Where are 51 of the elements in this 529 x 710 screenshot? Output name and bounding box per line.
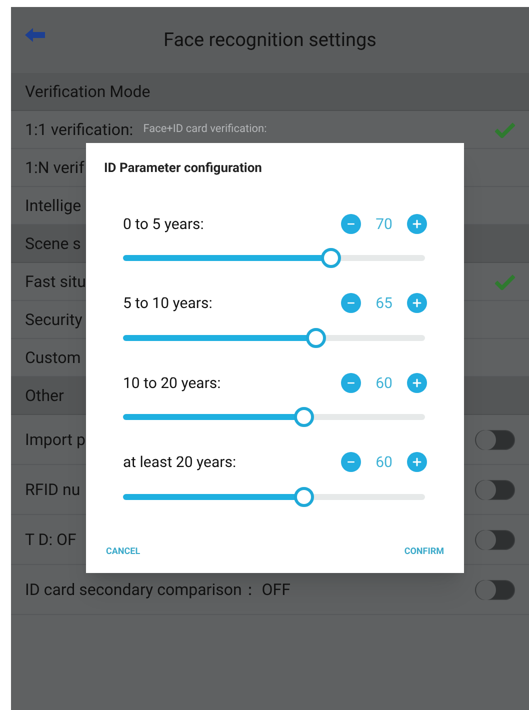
dialog-button[interactable]: CANCEL bbox=[104, 546, 142, 559]
value-text: 60 bbox=[374, 452, 394, 473]
toggle-switch[interactable] bbox=[475, 580, 515, 600]
toggle-switch[interactable] bbox=[475, 430, 515, 450]
decrease-button[interactable] bbox=[341, 452, 361, 472]
increase-button[interactable] bbox=[407, 372, 427, 393]
slider-track[interactable] bbox=[123, 486, 425, 506]
option-label[interactable]: Security bbox=[25, 308, 82, 332]
increase-button[interactable] bbox=[407, 214, 427, 234]
age-range-label: 10 to 20 years: bbox=[123, 372, 221, 394]
value-text: 65 bbox=[374, 293, 394, 314]
age-range-label: 0 to 5 years: bbox=[123, 214, 204, 234]
option-label[interactable]: Custom bbox=[25, 346, 81, 370]
increase-button[interactable] bbox=[407, 452, 427, 472]
option-hint: Face+ID card verification: bbox=[143, 121, 267, 138]
decrease-button[interactable] bbox=[341, 372, 361, 393]
option-label[interactable]: 1:1 verification: bbox=[25, 118, 134, 142]
option-label[interactable]: Fast situ bbox=[25, 270, 86, 294]
dialog-title: ID Parameter configuration bbox=[104, 160, 263, 178]
toggle-label: RFID nu bbox=[25, 478, 80, 500]
plus-icon bbox=[411, 376, 423, 389]
back-arrow-icon[interactable] bbox=[25, 28, 45, 42]
toggle-switch[interactable] bbox=[475, 480, 515, 500]
toggle-switch[interactable] bbox=[475, 530, 515, 550]
age-range-label: 5 to 10 years: bbox=[123, 293, 212, 314]
toggle-label: Import p bbox=[25, 428, 86, 450]
plus-icon bbox=[411, 297, 423, 310]
toggle-label: T D: OF bbox=[25, 528, 76, 550]
section-heading: Other bbox=[25, 384, 64, 406]
option-label[interactable]: 1:N verif bbox=[25, 156, 84, 180]
page-title: Face recognition settings bbox=[164, 26, 376, 53]
slider-thumb[interactable] bbox=[294, 407, 314, 427]
plus-icon bbox=[411, 456, 423, 468]
decrease-button[interactable] bbox=[341, 293, 361, 314]
toggle-label: ID card secondary comparison： OFF bbox=[25, 578, 290, 600]
slider-thumb[interactable] bbox=[321, 248, 342, 268]
value-text: 70 bbox=[374, 214, 394, 234]
decrease-button[interactable] bbox=[341, 214, 361, 234]
slider-thumb[interactable] bbox=[306, 328, 326, 348]
slider-track[interactable] bbox=[123, 248, 425, 268]
section-heading: Verification Mode bbox=[25, 80, 150, 102]
slider-track[interactable] bbox=[123, 328, 425, 348]
plus-icon bbox=[411, 218, 423, 230]
section-heading: Scene s bbox=[25, 232, 81, 254]
dialog-button[interactable]: CONFIRM bbox=[402, 546, 446, 559]
slider-thumb[interactable] bbox=[294, 486, 314, 506]
option-label[interactable]: Intellige bbox=[25, 194, 82, 218]
slider-track[interactable] bbox=[123, 407, 425, 427]
value-text: 60 bbox=[374, 372, 394, 394]
increase-button[interactable] bbox=[407, 293, 427, 314]
age-range-label: at least 20 years: bbox=[123, 452, 236, 473]
